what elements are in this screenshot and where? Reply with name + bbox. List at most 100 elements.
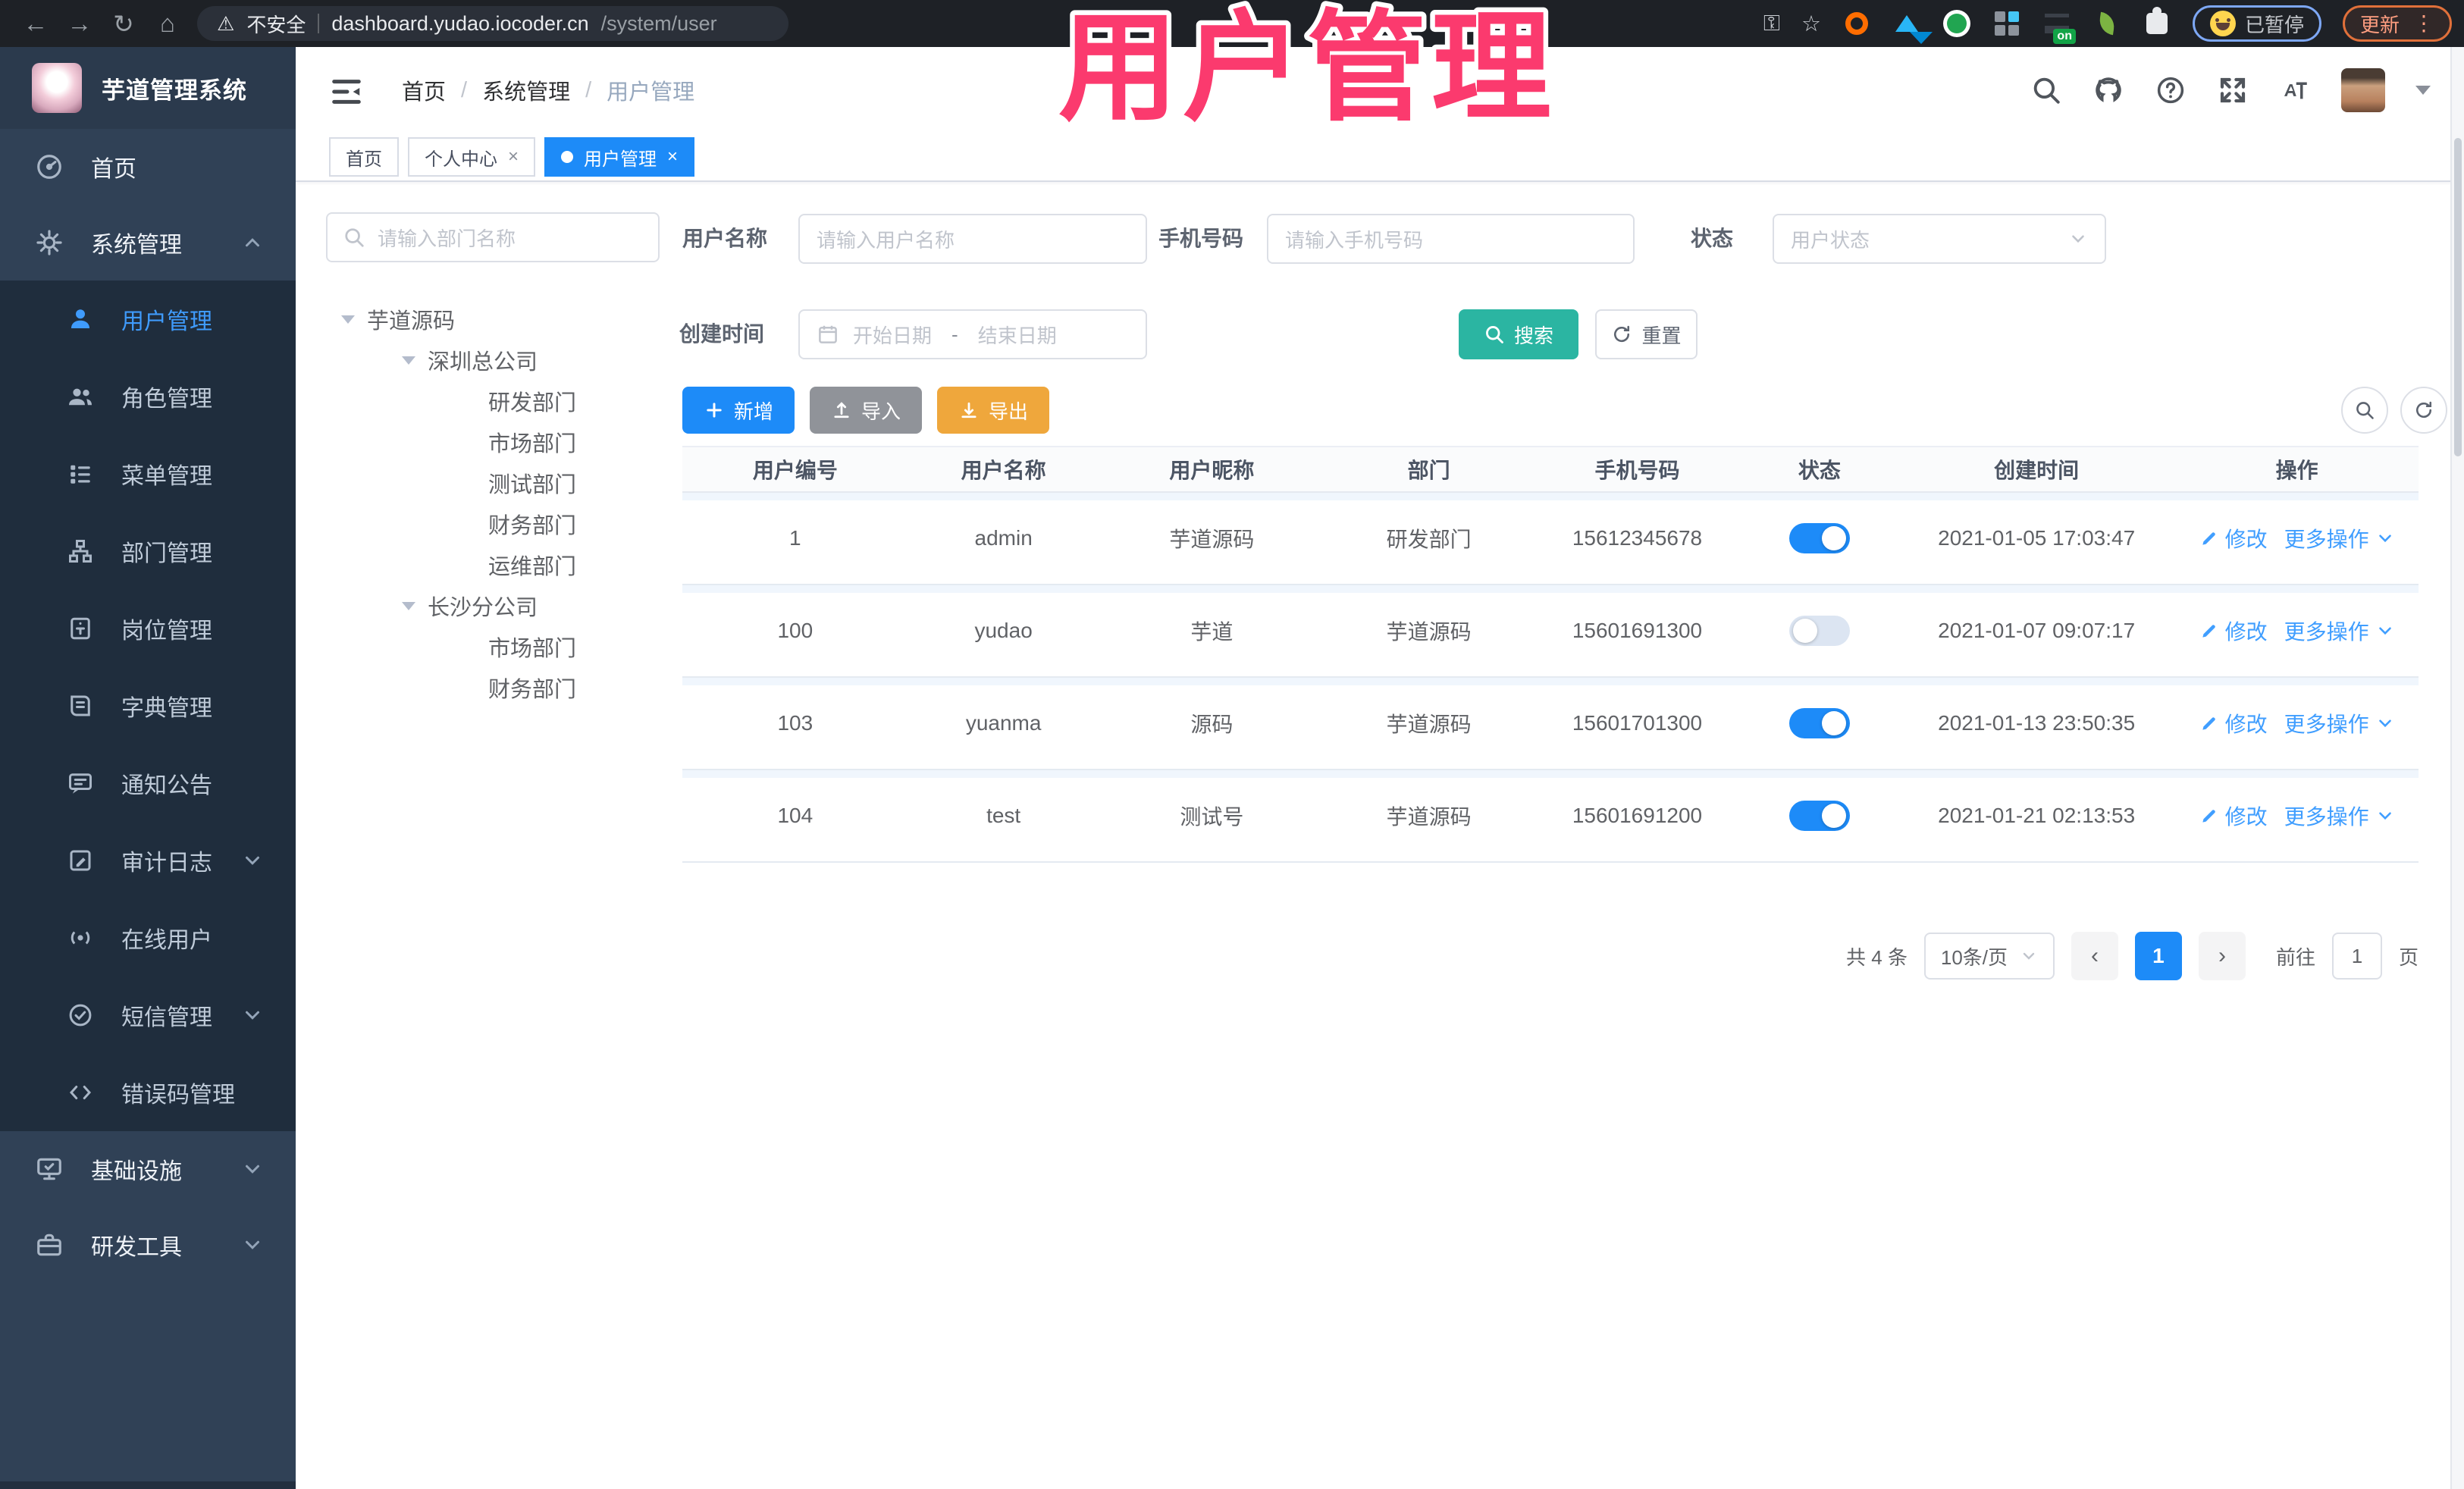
- refresh-table-button[interactable]: [2400, 387, 2447, 434]
- current-page-button[interactable]: 1: [2134, 932, 2182, 980]
- breadcrumb-system[interactable]: 系统管理: [482, 74, 570, 106]
- tree-node[interactable]: 长沙分公司: [326, 585, 675, 626]
- edit-link[interactable]: 修改: [2199, 801, 2268, 831]
- sidebar-item-notice[interactable]: 通知公告: [0, 744, 296, 822]
- github-icon[interactable]: [2093, 74, 2124, 106]
- tree-node[interactable]: 研发部门: [326, 381, 675, 422]
- chevron-down-icon: [2378, 719, 2391, 728]
- browser-menu-kebab-icon[interactable]: ⋮: [2413, 13, 2434, 34]
- security-label: 不安全: [246, 13, 306, 36]
- header-search-icon[interactable]: [2030, 74, 2062, 106]
- tree-node-label: 深圳总公司: [428, 350, 538, 375]
- sidebar-item-dict[interactable]: 字典管理: [0, 667, 296, 744]
- sidebar-item-departments[interactable]: 部门管理: [0, 513, 296, 590]
- id-badge-icon: [67, 615, 94, 642]
- breadcrumb-home[interactable]: 首页: [402, 74, 446, 106]
- extension-orange-icon[interactable]: [1842, 9, 1871, 38]
- goto-page-input[interactable]: 1: [2331, 933, 2382, 980]
- menu-fold-icon[interactable]: [329, 74, 364, 106]
- extensions-puzzle-icon[interactable]: [2143, 7, 2171, 38]
- reset-button[interactable]: 重置: [1595, 309, 1698, 359]
- tree-node[interactable]: 运维部门: [326, 544, 675, 585]
- sidebar-item-system[interactable]: 系统管理: [0, 205, 296, 281]
- page-content: 请输入部门名称 芋道源码 深圳总公司 研发部门 市场部门 测试部门 财务部门 运…: [296, 185, 2464, 1489]
- sidebar-item-users[interactable]: 用户管理: [0, 281, 296, 358]
- tab-user-management[interactable]: 用户管理 ×: [544, 137, 695, 177]
- more-actions-link[interactable]: 更多操作: [2284, 616, 2395, 646]
- add-button[interactable]: 新增: [682, 387, 795, 434]
- export-button[interactable]: 导出: [937, 387, 1049, 434]
- address-bar[interactable]: ⚠ 不安全 dashboard.yudao.iocoder.cn /system…: [197, 6, 788, 41]
- search-button[interactable]: 搜索: [1459, 309, 1578, 359]
- edit-link[interactable]: 修改: [2199, 523, 2268, 553]
- dept-tree: 芋道源码 深圳总公司 研发部门 市场部门 测试部门 财务部门 运维部门 长沙分公…: [326, 299, 675, 708]
- more-actions-link[interactable]: 更多操作: [2284, 801, 2395, 831]
- import-button[interactable]: 导入: [810, 387, 922, 434]
- status-select[interactable]: 用户状态: [1773, 214, 2106, 264]
- app-logo[interactable]: 芋道管理系统: [0, 47, 296, 129]
- browser-forward-icon[interactable]: →: [58, 9, 102, 38]
- tree-node[interactable]: 市场部门: [326, 422, 675, 462]
- sidebar-item-home[interactable]: 首页: [0, 129, 296, 205]
- sidebar-item-sms[interactable]: 短信管理: [0, 976, 296, 1054]
- mobile-input[interactable]: 请输入手机号码: [1267, 214, 1635, 264]
- more-actions-link[interactable]: 更多操作: [2284, 708, 2395, 738]
- user-avatar[interactable]: [2341, 68, 2385, 112]
- caret-down-icon[interactable]: [341, 315, 355, 331]
- date-range-input[interactable]: 开始日期 - 结束日期: [798, 309, 1147, 359]
- fullscreen-icon[interactable]: [2217, 74, 2249, 106]
- window-scrollbar[interactable]: [2450, 47, 2464, 1489]
- close-icon[interactable]: ×: [508, 148, 519, 166]
- tree-node[interactable]: 财务部门: [326, 503, 675, 544]
- show-search-toggle-button[interactable]: [2341, 387, 2388, 434]
- extension-leaf-icon[interactable]: [2093, 9, 2121, 38]
- extension-gem-icon[interactable]: [1892, 9, 1933, 44]
- extension-list-icon[interactable]: on: [2042, 9, 2076, 44]
- status-toggle[interactable]: [1788, 523, 1850, 553]
- extension-green-icon[interactable]: [1942, 9, 1971, 38]
- password-key-icon[interactable]: ⚿: [1763, 11, 1780, 36]
- sidebar-item-error-codes[interactable]: 错误码管理: [0, 1054, 296, 1131]
- tree-node[interactable]: 芋道源码: [326, 299, 675, 340]
- caret-down-icon[interactable]: [402, 356, 415, 371]
- tree-node[interactable]: 深圳总公司: [326, 340, 675, 381]
- bookmark-star-icon[interactable]: ☆: [1801, 11, 1821, 37]
- prev-page-button[interactable]: ‹: [2071, 932, 2118, 980]
- sidebar-item-roles[interactable]: 角色管理: [0, 358, 296, 435]
- sidebar-item-menus[interactable]: 菜单管理: [0, 435, 296, 513]
- cell-created: 2021-01-21 02:13:53: [1938, 804, 2136, 827]
- dept-search-input[interactable]: 请输入部门名称: [326, 212, 660, 262]
- tree-node[interactable]: 测试部门: [326, 462, 675, 503]
- date-separator: -: [951, 322, 958, 346]
- status-toggle[interactable]: [1788, 801, 1850, 831]
- more-actions-link[interactable]: 更多操作: [2284, 523, 2395, 553]
- font-size-icon[interactable]: [2279, 74, 2311, 106]
- next-page-button[interactable]: ›: [2198, 932, 2246, 980]
- browser-update-chip[interactable]: 更新 ⋮: [2342, 5, 2452, 42]
- scrollbar-thumb[interactable]: [2454, 138, 2462, 456]
- extension-grid-icon[interactable]: [1992, 9, 2021, 38]
- profile-paused-chip[interactable]: 已暂停: [2192, 5, 2321, 42]
- sidebar-item-posts[interactable]: 岗位管理: [0, 590, 296, 667]
- browser-reload-icon[interactable]: ↻: [102, 9, 146, 39]
- sidebar-item-online-users[interactable]: 在线用户: [0, 899, 296, 976]
- status-toggle[interactable]: [1788, 708, 1850, 738]
- username-input[interactable]: 请输入用户名称: [798, 214, 1147, 264]
- tree-node[interactable]: 财务部门: [326, 667, 675, 708]
- caret-down-icon[interactable]: [402, 601, 415, 617]
- sidebar-item-dev-tools[interactable]: 研发工具: [0, 1207, 296, 1283]
- browser-home-icon[interactable]: ⌂: [146, 9, 190, 38]
- help-icon[interactable]: [2155, 74, 2187, 106]
- status-toggle[interactable]: [1788, 616, 1850, 646]
- edit-link[interactable]: 修改: [2199, 616, 2268, 646]
- browser-back-icon[interactable]: ←: [14, 9, 58, 38]
- sidebar-item-infrastructure[interactable]: 基础设施: [0, 1131, 296, 1207]
- close-icon[interactable]: ×: [667, 148, 678, 166]
- user-caret-icon[interactable]: [2415, 86, 2431, 102]
- page-size-select[interactable]: 10条/页: [1923, 933, 2055, 980]
- tab-home[interactable]: 首页: [329, 137, 399, 177]
- sidebar-item-audit-log[interactable]: 审计日志: [0, 822, 296, 899]
- tab-profile[interactable]: 个人中心 ×: [408, 137, 536, 177]
- edit-link[interactable]: 修改: [2199, 708, 2268, 738]
- tree-node[interactable]: 市场部门: [326, 626, 675, 667]
